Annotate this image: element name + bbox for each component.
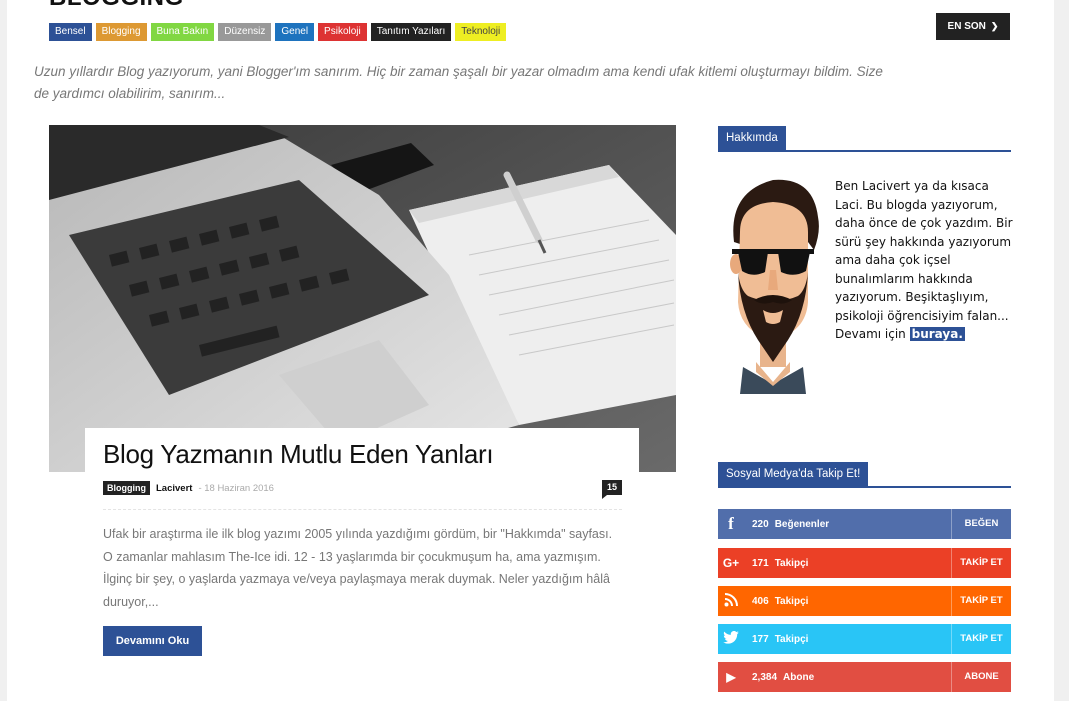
social-widget-title: Sosyal Medya'da Takip Et!	[718, 462, 869, 486]
category-title: BLOGGING	[49, 0, 184, 12]
page: BLOGGING Bensel Blogging Buna Bakın Düze…	[7, 0, 1054, 701]
tag-blogging[interactable]: Blogging	[95, 23, 147, 41]
post-author[interactable]: Lacivert	[156, 483, 192, 494]
google-plus-label: Takipçi	[774, 557, 809, 569]
post-category-tag[interactable]: Blogging	[103, 481, 150, 495]
about-description: Ben Lacivert ya da kısaca Laci. Bu blogd…	[835, 179, 1013, 341]
rss-label: Takipçi	[774, 595, 809, 607]
tag-teknoloji[interactable]: Teknoloji	[455, 23, 507, 41]
about-text: Ben Lacivert ya da kısaca Laci. Bu blogd…	[835, 177, 1015, 344]
tag-buna-bakin[interactable]: Buna Bakın	[150, 23, 215, 41]
social-row-twitter[interactable]: 177 Takipçi TAKİP ET	[718, 624, 1011, 654]
social-row-rss[interactable]: 406 Takipçi TAKİP ET	[718, 586, 1011, 616]
facebook-count: 220	[752, 518, 769, 530]
youtube-icon: ▶	[726, 670, 736, 684]
post-meta: Blogging Lacivert - 18 Haziran 2016	[103, 481, 274, 495]
post-date: - 18 Haziran 2016	[198, 482, 274, 494]
youtube-subscribe-button[interactable]: ABONE	[951, 662, 1011, 692]
social-widget-header: Sosyal Medya'da Takip Et!	[718, 462, 1011, 488]
post-featured-image[interactable]	[49, 125, 676, 472]
divider	[103, 509, 622, 510]
about-widget-header: Hakkımda	[718, 126, 1011, 152]
youtube-count: 2,384	[752, 671, 778, 683]
rss-count: 406	[752, 595, 769, 607]
post-excerpt: Ufak bir araştırma ile ilk blog yazımı 2…	[103, 527, 613, 609]
laptop-photo	[49, 125, 676, 472]
sort-dropdown[interactable]: EN SON ❯	[936, 13, 1010, 40]
sort-label: EN SON	[947, 21, 986, 32]
social-row-google-plus[interactable]: G+ 171 Takipçi TAKİP ET	[718, 548, 1011, 578]
tag-psikoloji[interactable]: Psikoloji	[318, 23, 367, 41]
facebook-like-button[interactable]: BEĞEN	[951, 509, 1011, 539]
youtube-label: Abone	[783, 671, 815, 683]
twitter-follow-button[interactable]: TAKİP ET	[951, 624, 1011, 654]
rss-icon	[718, 592, 744, 610]
social-row-youtube[interactable]: ▶ 2,384 Abone ABONE	[718, 662, 1011, 692]
post-title[interactable]: Blog Yazmanın Mutlu Eden Yanları	[103, 439, 494, 470]
facebook-icon: f	[728, 514, 734, 533]
twitter-count: 177	[752, 633, 769, 645]
google-plus-follow-button[interactable]: TAKİP ET	[951, 548, 1011, 578]
facebook-label: Beğenenler	[774, 518, 830, 530]
social-row-facebook[interactable]: f 220 Beğenenler BEĞEN	[718, 509, 1011, 539]
tag-bensel[interactable]: Bensel	[49, 23, 92, 41]
category-tags: Bensel Blogging Buna Bakın Düzensiz Gene…	[49, 23, 507, 41]
chevron-down-icon: ❯	[990, 21, 999, 31]
google-plus-count: 171	[752, 557, 769, 569]
tag-tanitim-yazilari[interactable]: Tanıtım Yazıları	[370, 23, 452, 41]
tag-genel[interactable]: Genel	[275, 23, 315, 41]
comment-count-badge[interactable]: 15	[602, 480, 622, 499]
avatar	[730, 179, 819, 394]
twitter-icon	[718, 630, 744, 647]
tag-duzensiz[interactable]: Düzensiz	[218, 23, 272, 41]
category-description: Uzun yıllardır Blog yazıyorum, yani Blog…	[34, 64, 883, 101]
read-more-button[interactable]: Devamını Oku	[103, 626, 202, 656]
google-plus-icon: G+	[722, 556, 740, 570]
rss-follow-button[interactable]: TAKİP ET	[951, 586, 1011, 616]
about-more-link[interactable]: buraya.	[909, 327, 965, 341]
twitter-label: Takipçi	[774, 633, 809, 645]
about-widget-title: Hakkımda	[718, 126, 786, 150]
